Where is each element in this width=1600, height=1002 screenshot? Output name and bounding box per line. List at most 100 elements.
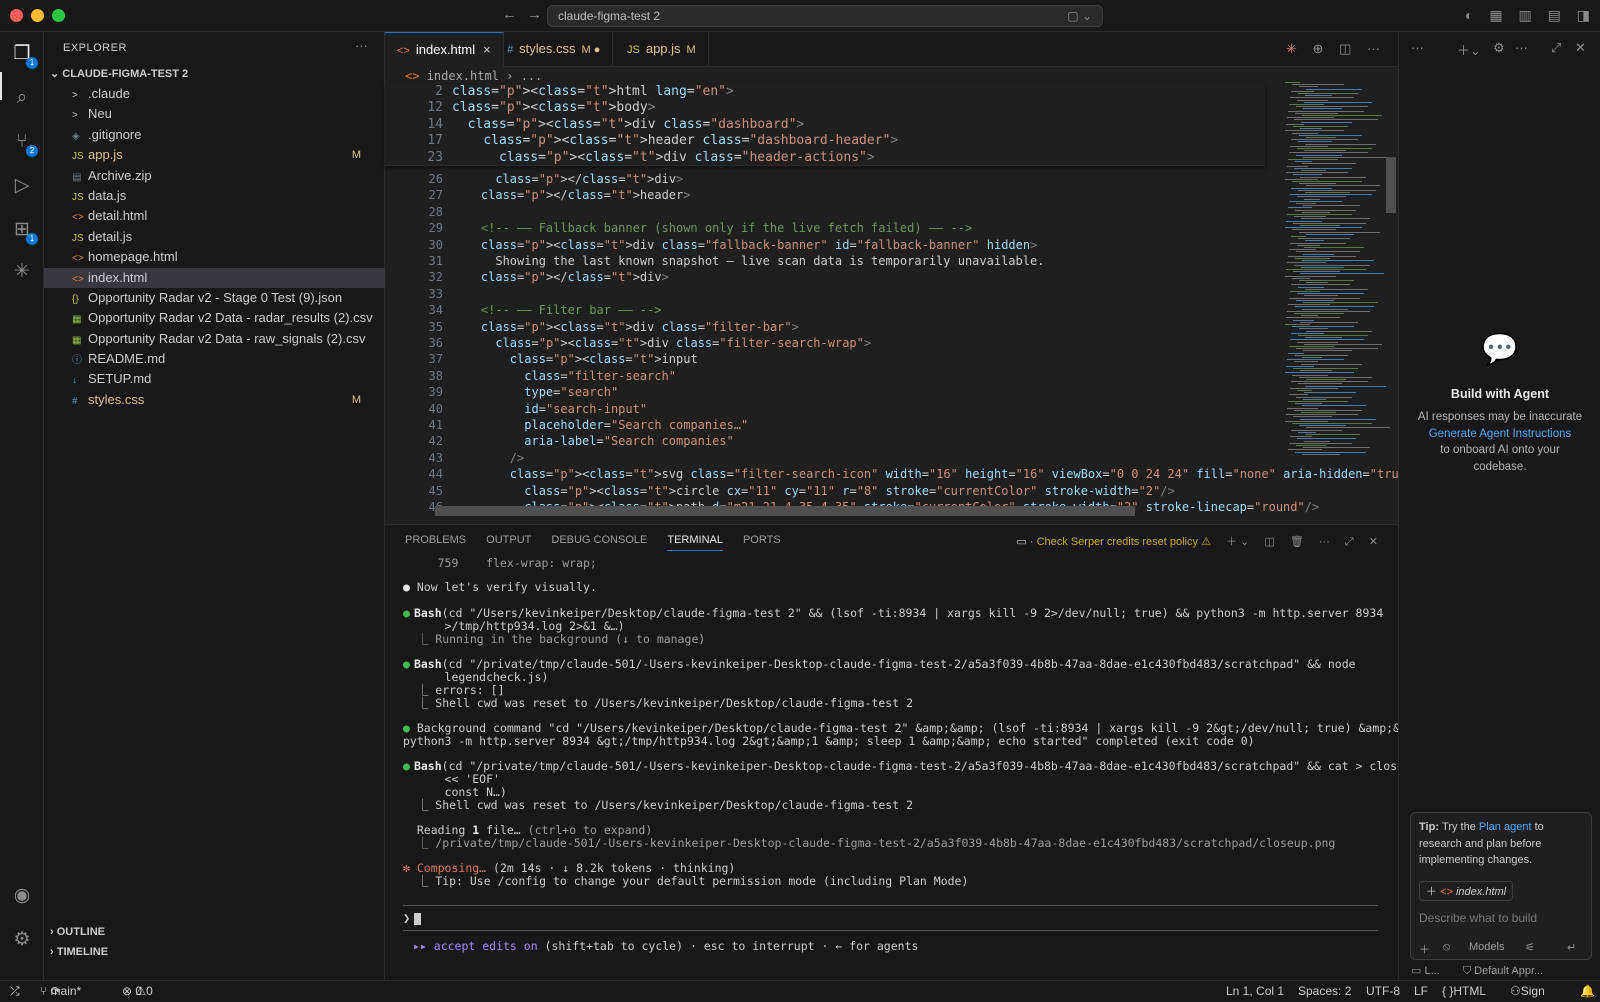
minimize-window-button[interactable] [31, 9, 44, 22]
agent-overflow-icon[interactable]: ··· [1515, 40, 1528, 55]
context-chip[interactable]: ＋ <> index.html [1419, 881, 1514, 901]
timeline-section[interactable]: › TIMELINE [50, 946, 108, 958]
terminal-prompt[interactable]: ❯ [403, 911, 422, 925]
file-item[interactable]: ▦ Opportunity Radar v2 Data - raw_signals… [44, 329, 385, 349]
encoding[interactable]: UTF-8 [1366, 981, 1400, 1002]
chat-icon[interactable]: ▢ ⌄ [1067, 6, 1092, 26]
account-icon[interactable]: ◉ [10, 884, 34, 908]
file-item[interactable]: <> detail.html [44, 206, 385, 226]
maximize-panel-icon[interactable]: ⤢ [1345, 536, 1354, 548]
terminal-name[interactable]: Check Serper credits reset policy [1037, 536, 1198, 548]
send-icon[interactable]: ↵ [1567, 941, 1576, 954]
file-item[interactable]: ◈ .gitignore [44, 125, 385, 145]
outline-section[interactable]: › OUTLINE [50, 926, 105, 938]
agent-settings-icon[interactable]: ⚙ [1493, 40, 1505, 56]
panel-tab-debug-console[interactable]: DEBUG CONSOLE [551, 534, 647, 550]
claude-action-icon[interactable]: ✳ [1286, 41, 1297, 56]
settings-gear-icon[interactable]: ⚙ [10, 928, 34, 952]
accounts-icon[interactable]: ◐ [1465, 7, 1473, 23]
chat-input[interactable]: Describe what to build [1419, 911, 1537, 925]
toggle-secondary-sidebar-icon[interactable]: ◨ [1577, 7, 1590, 23]
customize-layout-icon[interactable]: ▦ [1489, 7, 1502, 23]
panel-tab-terminal[interactable]: TERMINAL [667, 534, 723, 551]
toggle-sidebar-icon[interactable]: ▥ [1519, 7, 1532, 23]
panel-tab-output[interactable]: OUTPUT [486, 534, 531, 550]
add-context-icon[interactable]: ＋ [1419, 941, 1430, 957]
agent-maximize-icon[interactable]: ⤢ [1551, 40, 1561, 56]
minimap-line [1285, 227, 1362, 229]
sticky-scroll[interactable]: 2 class="p"><class="t">html lang="en"> 12 c… [385, 84, 1265, 166]
minimap-line [1300, 418, 1376, 420]
claude-icon[interactable]: ✳ [10, 260, 34, 284]
file-name: .claude [88, 86, 130, 101]
indentation[interactable]: Spaces: 2 [1298, 981, 1351, 1002]
configure-icon[interactable]: ⚟ [1525, 941, 1535, 954]
approvals-button[interactable]: ⛉ Default Appr... [1463, 965, 1543, 977]
close-tab-icon[interactable]: × [483, 42, 491, 57]
problems-status[interactable]: ⊗ 0 ⚠ 0 [122, 981, 153, 1002]
file-item[interactable]: ▦ Opportunity Radar v2 Data - radar_resul… [44, 308, 385, 328]
file-item[interactable]: <> index.html [44, 267, 385, 288]
forward-arrow-icon[interactable]: → [527, 6, 542, 23]
minimap-line [1306, 137, 1336, 138]
kill-terminal-icon[interactable]: 🗑 [1290, 536, 1304, 548]
close-window-button[interactable] [10, 9, 23, 22]
remote-icon[interactable]: ⤮ [10, 981, 20, 1002]
command-center[interactable]: claude-figma-test 2 ▢ ⌄ [547, 5, 1103, 27]
file-item[interactable]: ⓘ README.md [44, 349, 385, 369]
explorer-icon[interactable]: ❐ 1 [10, 42, 38, 69]
file-item[interactable]: JS detail.js [44, 227, 385, 247]
generate-instructions-link[interactable]: Generate Agent Instructions [1417, 426, 1583, 443]
file-item[interactable]: ▤ Archive.zip [44, 166, 385, 186]
agent-mode-button[interactable]: ▭ L... [1411, 965, 1440, 977]
panel-more-icon[interactable]: ··· [1319, 536, 1330, 548]
extensions-icon[interactable]: ⊞ 1 [10, 218, 38, 245]
tab-styles-css[interactable]: # styles.css M ● [495, 32, 614, 67]
notifications-icon[interactable]: 🔔 [1580, 981, 1595, 1002]
breadcrumb[interactable]: <> index.html › ... [405, 69, 542, 83]
cursor-position[interactable]: Ln 1, Col 1 [1226, 981, 1284, 1002]
line-endings[interactable]: LF [1414, 981, 1428, 1002]
models-button[interactable]: Models [1469, 941, 1504, 953]
panel-tab-problems[interactable]: PROBLEMS [405, 534, 466, 550]
new-chat-icon[interactable]: ＋⌄ [1457, 40, 1481, 59]
tab-index-html[interactable]: <> index.html × [385, 32, 504, 67]
more-actions-icon[interactable]: ··· [1367, 41, 1380, 56]
editor-actions: ✳ ⊕ ◫ ··· [1274, 41, 1380, 57]
branch-status[interactable]: ⑂ main* ⟳ [40, 981, 81, 1002]
file-item[interactable]: {} Opportunity Radar v2 - Stage 0 Test (9… [44, 288, 385, 308]
source-control-icon[interactable]: ⑂ 2 [10, 130, 38, 157]
file-item[interactable]: <> homepage.html [44, 247, 385, 267]
run-debug-icon[interactable]: ▷ [10, 174, 34, 198]
folder-item[interactable]: > Neu [44, 104, 385, 124]
search-icon[interactable]: ⌕ [10, 86, 34, 110]
tools-icon[interactable]: ⦸ [1443, 941, 1450, 954]
toggle-panel-icon[interactable]: ▤ [1548, 7, 1561, 23]
open-preview-icon[interactable]: ⊕ [1313, 41, 1324, 56]
tab-app-js[interactable]: JS app.js M [615, 32, 709, 67]
back-arrow-icon[interactable]: ← [502, 6, 517, 23]
minimap-line [1298, 93, 1358, 94]
split-terminal-icon[interactable]: ◫ [1264, 536, 1274, 548]
file-item[interactable]: JS app.js M [44, 145, 385, 165]
workspace-root[interactable]: ⌄ CLAUDE-FIGMA-TEST 2 [50, 67, 188, 80]
maximize-window-button[interactable] [52, 9, 65, 22]
close-panel-icon[interactable]: ✕ [1369, 536, 1378, 548]
plan-agent-link[interactable]: Plan agent [1479, 821, 1532, 833]
language-mode[interactable]: { } HTML [1442, 981, 1486, 1002]
agent-close-icon[interactable]: ✕ [1575, 40, 1586, 56]
file-item[interactable]: # styles.css M [44, 390, 385, 410]
sign-in-button[interactable]: ⚇ Sign In [1510, 981, 1545, 1002]
agent-more-icon[interactable]: ··· [1411, 40, 1424, 55]
minimap[interactable] [1285, 82, 1395, 462]
split-editor-icon[interactable]: ◫ [1339, 41, 1351, 56]
code-line: aria-label="Search companies" [524, 434, 734, 449]
new-terminal-icon[interactable]: ＋ ⌄ [1226, 536, 1249, 548]
horizontal-scrollbar[interactable] [435, 506, 1135, 516]
explorer-more-icon[interactable]: ··· [355, 38, 368, 53]
file-item[interactable]: ↓ SETUP.md [44, 369, 385, 389]
folder-item[interactable]: > .claude [44, 84, 385, 104]
panel-tab-ports[interactable]: PORTS [743, 534, 781, 550]
file-item[interactable]: JS data.js [44, 186, 385, 206]
vertical-scrollbar[interactable] [1386, 157, 1396, 213]
